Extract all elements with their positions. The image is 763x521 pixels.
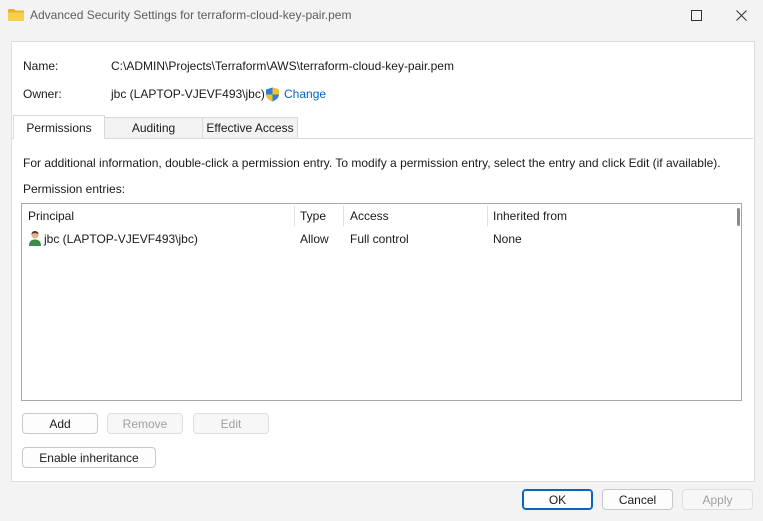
cancel-button[interactable]: Cancel [602,489,673,510]
uac-shield-icon [266,87,279,102]
permission-entries-label: Permission entries: [23,182,126,196]
column-separator [343,206,344,226]
table-row[interactable]: jbc (LAPTOP-VJEVF493\jbc) Allow Full con… [22,228,741,248]
scrollbar-thumb[interactable] [737,208,740,226]
title-bar: Advanced Security Settings for terraform… [0,0,763,30]
apply-button[interactable]: Apply [682,489,753,510]
column-header-access[interactable]: Access [350,209,389,223]
tab-auditing[interactable]: Auditing [104,117,203,138]
edit-button[interactable]: Edit [193,413,269,434]
add-button[interactable]: Add [22,413,98,434]
maximize-icon [690,9,702,21]
close-icon [735,9,747,21]
tab-effective-access[interactable]: Effective Access [202,117,298,138]
cell-inherited-from: None [493,232,522,246]
remove-button[interactable]: Remove [107,413,183,434]
name-value: C:\ADMIN\Projects\Terraform\AWS\terrafor… [111,59,454,73]
close-button[interactable] [718,0,763,30]
tab-permissions[interactable]: Permissions [13,115,105,139]
ok-button[interactable]: OK [522,489,593,510]
instructions-text: For additional information, double-click… [23,156,721,170]
column-header-inherited-from[interactable]: Inherited from [493,209,567,223]
column-header-type[interactable]: Type [300,209,326,223]
maximize-button[interactable] [673,0,719,30]
change-owner-link[interactable]: Change [284,87,326,101]
column-separator [294,206,295,226]
owner-value: jbc (LAPTOP-VJEVF493\jbc) [111,87,265,101]
column-separator [487,206,488,226]
window-title: Advanced Security Settings for terraform… [30,8,352,22]
owner-label: Owner: [23,87,62,101]
user-icon [29,231,41,246]
column-header-principal[interactable]: Principal [28,209,74,223]
tabs-divider [11,138,753,139]
name-label: Name: [23,59,59,73]
enable-inheritance-button[interactable]: Enable inheritance [22,447,156,468]
folder-icon [8,9,24,21]
cell-type: Allow [300,232,329,246]
cell-principal: jbc (LAPTOP-VJEVF493\jbc) [44,232,198,246]
permission-entries-list[interactable]: Principal Type Access Inherited from jbc… [21,203,742,401]
cell-access: Full control [350,232,409,246]
